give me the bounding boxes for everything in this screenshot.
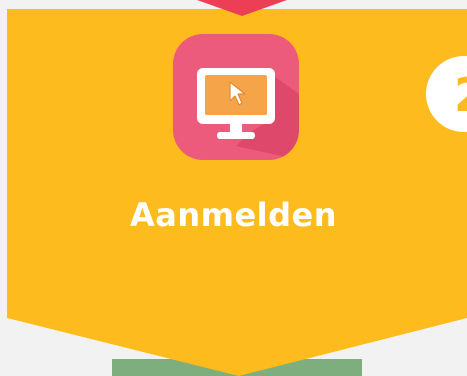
computer-monitor-cursor-icon	[173, 34, 299, 160]
step-title: Aanmelden	[129, 196, 338, 234]
monitor-icon	[197, 68, 299, 160]
step-card-stage: Aanmelden 2	[0, 0, 467, 376]
step-number: 2	[454, 65, 467, 125]
